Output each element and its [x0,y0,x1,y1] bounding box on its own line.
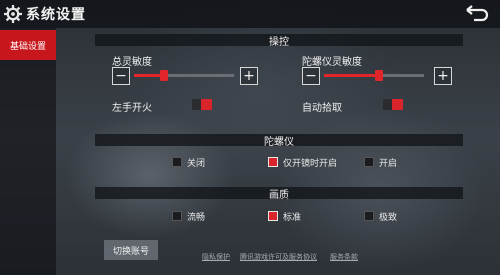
section-header-gyroscope: 陀螺仪 [95,134,463,148]
gyro-option-scope-radio[interactable] [268,157,278,167]
gyro-option-on-radio[interactable] [364,157,374,167]
minus-icon: − [115,68,127,84]
section-header-quality: 画质 [95,187,463,201]
toggle-knob [392,99,403,110]
auto-pickup-label: 自动拾取 [302,103,342,114]
terms-of-service-link[interactable]: 服务条款 [330,252,358,262]
sensitivity-thumb[interactable] [160,70,168,81]
gyro-sensitivity-thumb[interactable] [375,70,383,81]
left-fire-label: 左手开火 [112,103,152,114]
section-title: 陀螺仪 [264,136,294,148]
back-arrow-icon[interactable] [464,4,490,24]
gyro-sensitivity-plus-button[interactable]: + [434,67,452,85]
quality-option-ultra-radio[interactable] [364,211,374,221]
minus-icon: − [305,68,317,84]
auto-pickup-toggle[interactable] [383,99,403,110]
privacy-link[interactable]: 隐私保护 [202,252,230,262]
quality-option-standard-radio[interactable] [268,211,278,221]
toggle-knob [201,99,212,110]
license-agreement-link[interactable]: 腾讯游戏许可及服务协议 [240,252,317,262]
switch-account-label: 切换账号 [112,246,149,257]
gyro-sensitivity-label: 陀螺仪灵敏度 [302,57,362,68]
plus-icon: + [437,68,449,84]
sensitivity-plus-button[interactable]: + [240,67,258,85]
section-title: 操控 [269,36,289,48]
title-area: 系统设置 [4,4,86,24]
gear-icon [4,5,22,23]
gyro-option-off-label: 关闭 [187,159,206,169]
gyro-sensitivity-minus-button[interactable]: − [302,67,320,85]
page-title: 系统设置 [26,7,86,23]
gyro-option-scope-label: 仅开镜时开启 [283,159,338,169]
section-title: 画质 [269,189,289,201]
section-header-controls: 操控 [95,34,463,48]
sidebar-item-label: 基础设置 [9,41,46,52]
quality-option-ultra-label: 极致 [379,213,398,223]
sidebar-item-basic-settings[interactable]: 基础设置 [0,30,56,60]
gyro-sensitivity-slider[interactable] [324,70,424,81]
left-fire-toggle[interactable] [192,99,212,110]
switch-account-button[interactable]: 切换账号 [104,240,158,260]
gyro-sensitivity-fill [324,74,379,77]
sidebar: 基础设置 [0,28,56,275]
plus-icon: + [243,68,255,84]
sensitivity-label: 总灵敏度 [112,57,152,68]
sensitivity-minus-button[interactable]: − [112,67,130,85]
gyro-option-off-radio[interactable] [172,157,182,167]
quality-option-standard-label: 标准 [283,213,302,223]
gyro-option-on-label: 开启 [379,159,398,169]
quality-option-smooth-radio[interactable] [172,211,182,221]
sensitivity-slider[interactable] [134,70,234,81]
top-bar: 系统设置 [0,0,500,28]
quality-option-smooth-label: 流畅 [187,213,206,223]
